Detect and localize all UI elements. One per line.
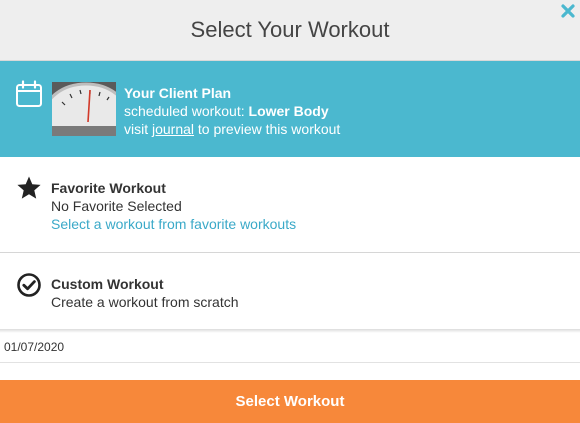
modal-title: Select Your Workout [190, 17, 390, 42]
visit-prefix: visit [124, 121, 152, 137]
favorite-status: No Favorite Selected [51, 198, 182, 214]
star-icon [16, 175, 42, 201]
select-workout-button[interactable]: Select Workout [0, 380, 580, 423]
calendar-icon [15, 80, 43, 108]
modal-header: Select Your Workout [0, 0, 580, 61]
scheduled-workout-name: Lower Body [248, 103, 329, 119]
custom-workout-option[interactable]: Custom Workout Create a workout from scr… [0, 253, 580, 329]
custom-workout-text: Custom Workout Create a workout from scr… [51, 275, 239, 311]
custom-workout-description: Create a workout from scratch [51, 294, 239, 310]
client-plan-text: Your Client Plan scheduled workout: Lowe… [124, 84, 340, 138]
visit-journal-line: visit journal to preview this workout [124, 120, 340, 138]
scale-thumbnail [52, 82, 116, 136]
favorite-workout-option[interactable]: Favorite Workout No Favorite Selected Se… [0, 157, 580, 253]
journal-link[interactable]: journal [152, 121, 194, 137]
favorite-workout-title: Favorite Workout [51, 180, 166, 196]
favorite-workout-text: Favorite Workout No Favorite Selected Se… [51, 179, 296, 233]
scheduled-workout-line: scheduled workout: Lower Body [124, 102, 340, 120]
client-plan-card[interactable]: Your Client Plan scheduled workout: Lowe… [0, 61, 580, 157]
workout-date-input[interactable] [4, 338, 564, 356]
check-circle-icon [16, 272, 42, 298]
custom-workout-title: Custom Workout [51, 276, 164, 292]
favorite-workouts-link[interactable]: Select a workout from favorite workouts [51, 215, 296, 233]
client-plan-title: Your Client Plan [124, 85, 232, 101]
scheduled-prefix: scheduled workout: [124, 103, 249, 119]
date-field-wrapper [0, 333, 580, 363]
visit-suffix: to preview this workout [194, 121, 341, 137]
close-icon[interactable] [560, 3, 576, 19]
